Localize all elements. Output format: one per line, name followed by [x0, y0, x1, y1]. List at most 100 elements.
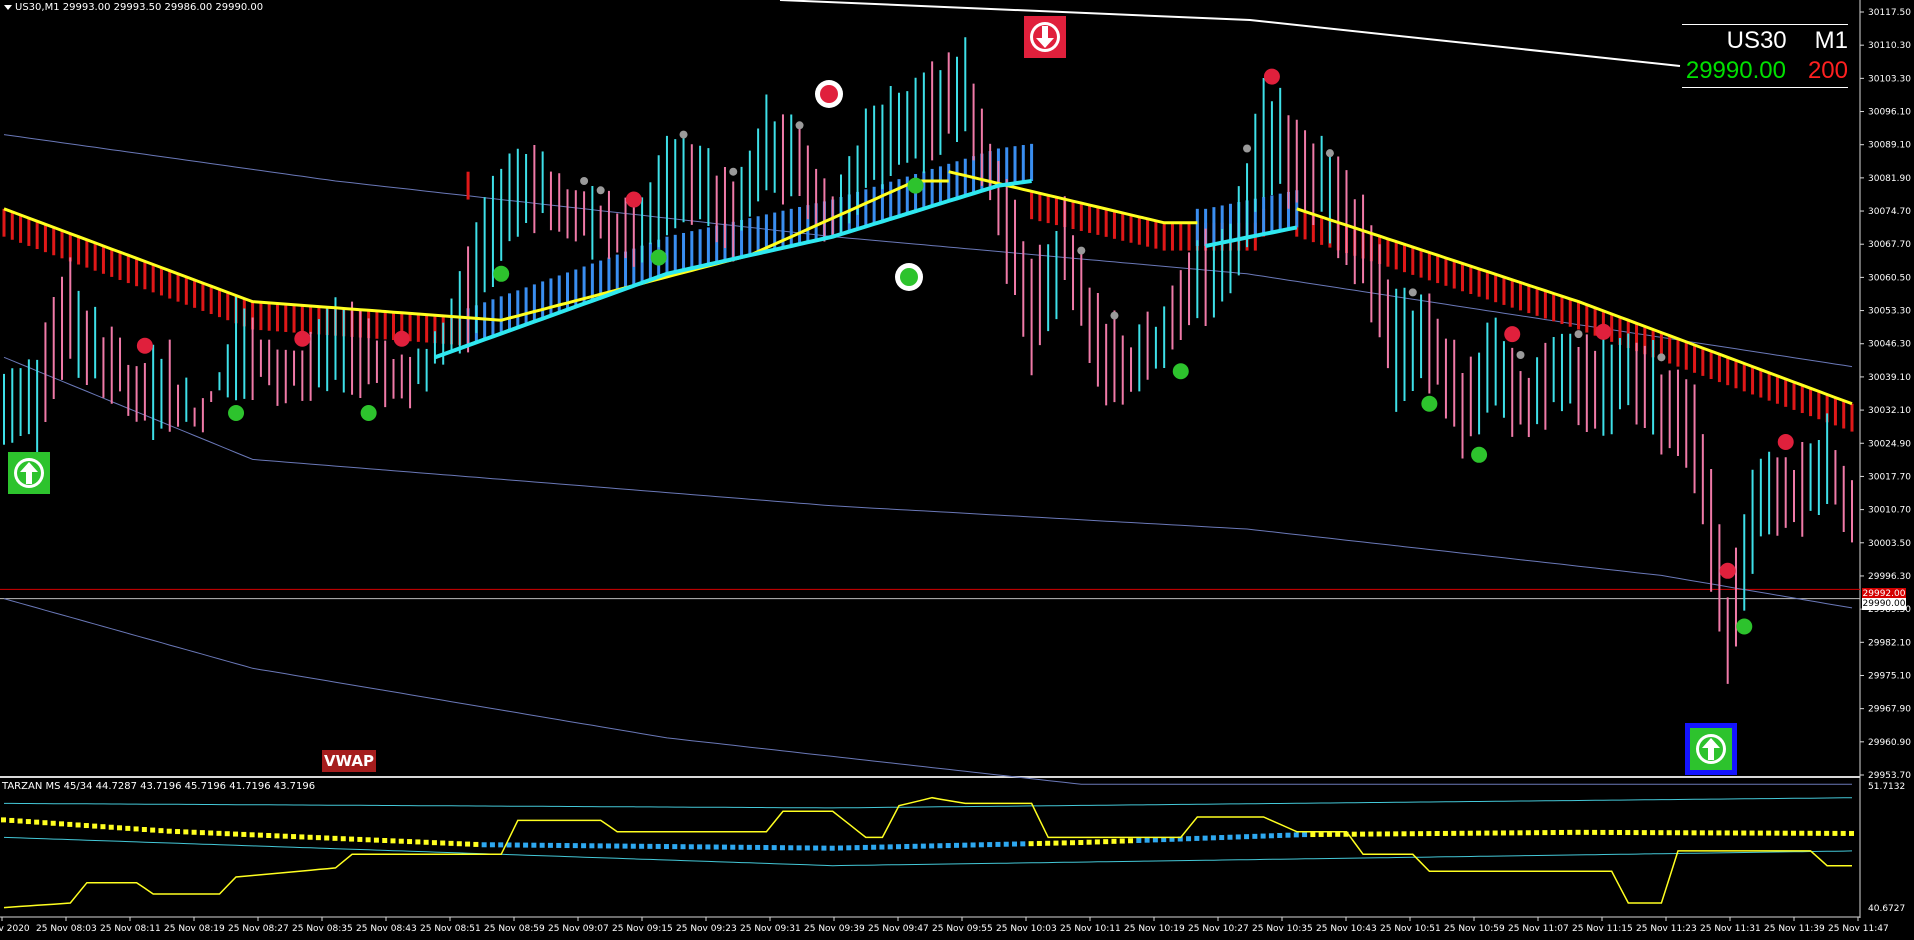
signal-dot-40	[332, 835, 338, 841]
buy-signal-dot-6	[1421, 395, 1438, 412]
vwap-label[interactable]: VWAP	[322, 750, 376, 772]
price-axis-label: 30067.70	[1868, 240, 1911, 250]
signal-dot-191	[1583, 829, 1589, 835]
signal-dot-63	[523, 842, 529, 848]
signal-dot-80	[663, 844, 669, 850]
signal-dot-153	[1268, 833, 1274, 839]
signal-dot-39	[324, 835, 330, 841]
ma-fast-line-2	[1205, 225, 1298, 248]
time-axis-label: 25 Nov 10:03	[996, 924, 1057, 934]
signal-dot-16	[133, 826, 139, 832]
signal-dot-59	[489, 842, 495, 848]
buy-signal-arrow-right[interactable]	[1685, 723, 1737, 775]
signal-dot-197	[1633, 830, 1639, 836]
signal-dot-92	[763, 845, 769, 851]
time-axis-label: 25 Nov 11:23	[1636, 924, 1697, 934]
signal-dot-113	[937, 843, 943, 849]
time-axis-label: 25 Nov 2020	[0, 924, 30, 934]
signal-dot-19	[158, 828, 164, 834]
buy-signal-dot-3	[650, 249, 667, 266]
signal-dot-192	[1592, 829, 1598, 835]
signal-dot-170	[1409, 831, 1415, 837]
signal-dot-12	[100, 824, 106, 830]
signal-dot-163	[1351, 831, 1357, 837]
buy-signal-arrow-left[interactable]	[8, 452, 50, 494]
collapse-triangle-icon[interactable]	[4, 4, 12, 10]
signal-dot-89	[738, 844, 744, 850]
symbol-info-panel: US30 M1 29990.00 200	[1682, 24, 1848, 88]
time-axis-label: 25 Nov 10:51	[1380, 924, 1441, 934]
signal-dot-201	[1666, 830, 1672, 836]
sell-signal-arrow[interactable]	[1024, 16, 1066, 58]
signal-dot-126	[1045, 840, 1051, 846]
signal-dot-188	[1558, 829, 1564, 835]
signal-dot-203	[1683, 830, 1689, 836]
signal-dot-31	[257, 832, 263, 838]
signal-dot-26	[216, 830, 222, 836]
signal-dot-138	[1144, 837, 1150, 843]
signal-dot-72	[597, 843, 603, 849]
signal-dot-7	[59, 821, 65, 827]
signal-dot-24	[199, 830, 205, 836]
signal-dot-15	[125, 825, 131, 831]
signal-dot-149	[1235, 834, 1241, 840]
signal-dot-165	[1368, 831, 1374, 837]
signal-dot-209	[1732, 830, 1738, 836]
fractal-dot-12	[1657, 353, 1666, 362]
signal-dot-151	[1252, 833, 1258, 839]
fractal-dot-2	[679, 130, 688, 139]
signal-dot-97	[804, 845, 810, 851]
price-axis-label: 29967.90	[1868, 705, 1911, 715]
signal-dot-91	[755, 844, 761, 850]
signal-dot-132	[1094, 839, 1100, 845]
signal-dot-67	[556, 842, 562, 848]
signal-dot-105	[871, 844, 877, 850]
price-axis-label: 30096.10	[1868, 108, 1911, 118]
signal-dot-214	[1774, 830, 1780, 836]
signal-dot-77	[639, 843, 645, 849]
signal-dot-57	[473, 841, 479, 847]
time-axis-label: 25 Nov 11:15	[1572, 924, 1633, 934]
sell-signal-dot-8	[1777, 434, 1794, 451]
signal-dot-51	[423, 839, 429, 845]
signal-dot-60	[498, 842, 504, 848]
signal-dot-28	[233, 831, 239, 837]
signal-dot-175	[1451, 830, 1457, 836]
signal-dot-137	[1136, 837, 1142, 843]
signal-dot-180	[1492, 830, 1498, 836]
signal-dot-171	[1418, 831, 1424, 837]
signal-dot-143	[1186, 836, 1192, 842]
buy-signal-dot-4	[907, 177, 924, 194]
signal-dot-96	[796, 845, 802, 851]
signal-dot-131	[1086, 839, 1092, 845]
price-axis-label: 30039.10	[1868, 373, 1911, 383]
signal-dot-76	[630, 843, 636, 849]
signal-dot-178	[1476, 830, 1482, 836]
signal-dot-157	[1302, 832, 1308, 838]
signal-dot-74	[614, 843, 620, 849]
signal-dot-222	[1840, 830, 1846, 836]
time-axis-label: 25 Nov 10:11	[1060, 924, 1121, 934]
price-axis-label: 29960.90	[1868, 738, 1911, 748]
time-axis-label: 25 Nov 08:59	[484, 924, 545, 934]
signal-dot-37	[307, 834, 313, 840]
signal-dot-10	[83, 823, 89, 829]
signal-dot-84	[697, 844, 703, 850]
signal-dot-104	[862, 844, 868, 850]
info-bid-price: 29990.00	[1685, 57, 1786, 84]
signal-dot-100	[829, 845, 835, 851]
signal-dot-120	[995, 841, 1001, 847]
signal-dot-207	[1716, 830, 1722, 836]
signal-dot-189	[1567, 829, 1573, 835]
signal-dot-118	[978, 842, 984, 848]
signal-dot-119	[987, 842, 993, 848]
signal-dot-122	[1012, 841, 1018, 847]
signal-dot-94	[779, 845, 785, 851]
signal-dot-193	[1600, 829, 1606, 835]
signal-dot-213	[1766, 830, 1772, 836]
signal-dot-177	[1467, 830, 1473, 836]
chart-canvas[interactable]: 30117.50 30110.30 30103.30 30096.10 30089.10…	[0, 0, 1914, 940]
fractal-dot-6	[1110, 311, 1119, 320]
time-axis-label: 25 Nov 09:15	[612, 924, 673, 934]
symbol-info-text: US30,M1 29993.00 29993.50 29986.00 29990…	[15, 2, 264, 13]
